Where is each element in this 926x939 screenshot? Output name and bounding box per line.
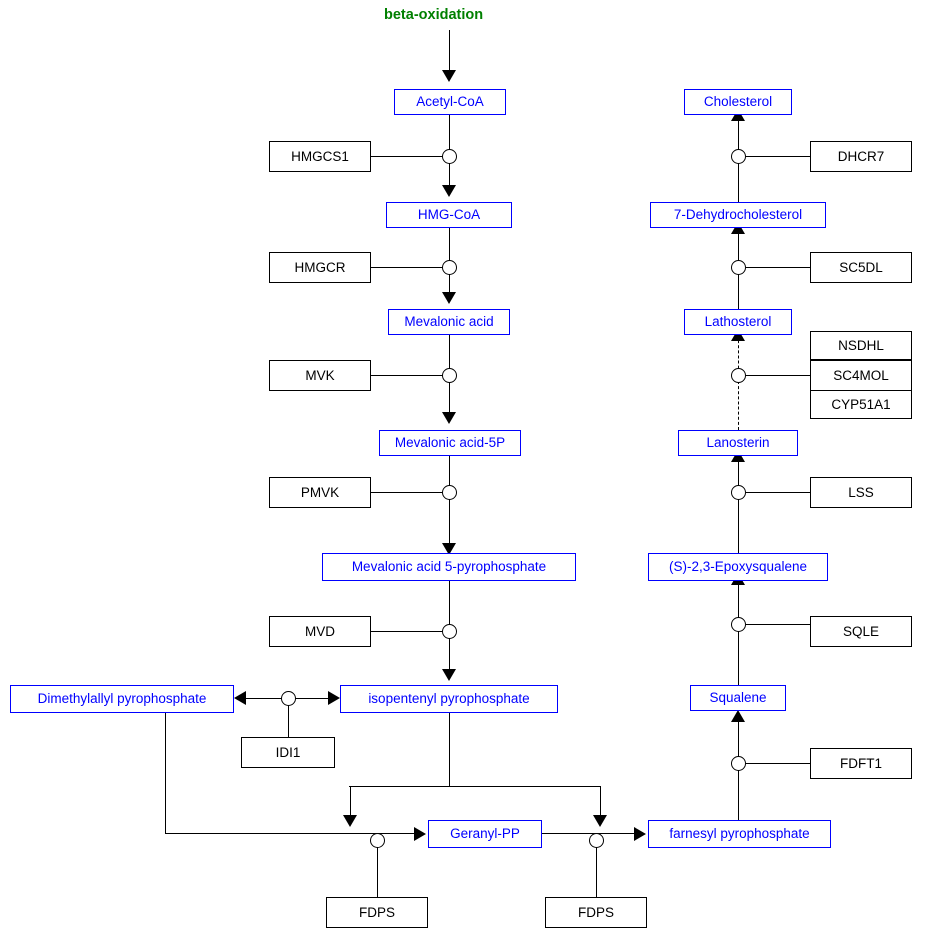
- enzyme-idi1[interactable]: IDI1: [241, 737, 335, 768]
- enzyme-sc5dl[interactable]: SC5DL: [810, 252, 912, 283]
- enzyme-fdps-left[interactable]: FDPS: [326, 897, 428, 928]
- edge-epoxysqualene-lanosterin: [738, 456, 739, 553]
- edge-sqle-node: [746, 624, 810, 625]
- catalysis-node-hmgcr: [442, 260, 457, 275]
- enzyme-dhcr7[interactable]: DHCR7: [810, 141, 912, 172]
- metabolite-mevalonic-acid[interactable]: Mevalonic acid: [388, 309, 510, 335]
- pathway-title: beta-oxidation: [384, 7, 484, 23]
- enzyme-mvk[interactable]: MVK: [269, 360, 371, 391]
- metabolite-geranyl-pp[interactable]: Geranyl-PP: [428, 820, 542, 848]
- catalysis-node-idi1: [281, 691, 296, 706]
- arrowhead-acetylcoa: [442, 70, 456, 82]
- enzyme-mvd[interactable]: MVD: [269, 616, 371, 647]
- catalysis-node-sc5dl: [731, 260, 746, 275]
- catalysis-node-hmgcs1: [442, 149, 457, 164]
- pathway-diagram: beta-oxidation Acetyl-CoA HMGCS1 HMG-CoA…: [0, 0, 926, 939]
- catalysis-node-mvk: [442, 368, 457, 383]
- enzyme-fdft1[interactable]: FDFT1: [810, 748, 912, 779]
- metabolite-cholesterol[interactable]: Cholesterol: [684, 89, 792, 115]
- edge-branch-left-drop: [350, 786, 351, 818]
- edge-mvk-node: [371, 375, 443, 376]
- metabolite-lanosterin[interactable]: Lanosterin: [678, 430, 798, 456]
- edge-branch-right-drop: [600, 786, 601, 818]
- edge-fdft1-node: [746, 763, 810, 764]
- arrowhead-geranyl-from-dmapp: [414, 827, 426, 841]
- arrowhead-hmgcoa: [442, 185, 456, 197]
- enzyme-pmvk[interactable]: PMVK: [269, 477, 371, 508]
- metabolite-squalene[interactable]: Squalene: [690, 685, 786, 711]
- edge-epoxysqualene-squalene: [738, 581, 739, 685]
- metabolite-hmg-coa[interactable]: HMG-CoA: [386, 202, 512, 228]
- arrowhead-mevalonic5p: [442, 412, 456, 424]
- edge-fdps-right-node: [596, 847, 597, 897]
- metabolite-mevalonic-acid-5p[interactable]: Mevalonic acid-5P: [379, 430, 521, 456]
- edge-dmapp-to-geranyl: [165, 833, 421, 834]
- enzyme-hmgcr[interactable]: HMGCR: [269, 252, 371, 283]
- edge-betaoxidation-acetylcoa: [449, 30, 450, 72]
- enzyme-sqle[interactable]: SQLE: [810, 616, 912, 647]
- metabolite-lathosterol[interactable]: Lathosterol: [684, 309, 792, 335]
- enzyme-nsdhl[interactable]: NSDHL: [810, 331, 912, 360]
- enzyme-hmgcs1[interactable]: HMGCS1: [269, 141, 371, 172]
- metabolite-isopentenyl-pyrophosphate[interactable]: isopentenyl pyrophosphate: [340, 685, 558, 713]
- edge-hmgcr-node: [371, 267, 443, 268]
- edge-lss-node: [746, 492, 810, 493]
- edge-sc5dl-node: [746, 267, 810, 268]
- arrowhead-mevalonic: [442, 292, 456, 304]
- edge-dmapp-drop: [165, 713, 166, 834]
- catalysis-node-sqle: [731, 617, 746, 632]
- catalysis-node-lss: [731, 485, 746, 500]
- enzyme-lss[interactable]: LSS: [810, 477, 912, 508]
- arrowhead-farnesyl: [634, 827, 646, 841]
- edge-hmgcs1-node: [371, 156, 443, 157]
- enzyme-fdps-right[interactable]: FDPS: [545, 897, 647, 928]
- edge-ipp-branch-bus: [349, 786, 601, 787]
- catalysis-node-mvd: [442, 624, 457, 639]
- arrowhead-squalene: [731, 710, 745, 722]
- arrowhead-ipp: [442, 669, 456, 681]
- catalysis-node-fdps-left: [370, 833, 385, 848]
- arrowhead-dmapp: [234, 691, 246, 705]
- edge-dhcr7-node: [746, 156, 810, 157]
- catalysis-node-pmvk: [442, 485, 457, 500]
- edge-farnesyl-squalene: [738, 722, 739, 822]
- arrowhead-farnesyl-input: [593, 815, 607, 827]
- metabolite-acetyl-coa[interactable]: Acetyl-CoA: [394, 89, 506, 115]
- catalysis-node-fdft1: [731, 756, 746, 771]
- edge-pmvk-node: [371, 492, 443, 493]
- enzyme-sc4mol[interactable]: SC4MOL: [810, 360, 912, 390]
- catalysis-node-dhcr7: [731, 149, 746, 164]
- metabolite-farnesyl-pyrophosphate[interactable]: farnesyl pyrophosphate: [648, 820, 831, 848]
- arrowhead-geranyl-input: [343, 815, 357, 827]
- catalysis-node-fdps-right: [589, 833, 604, 848]
- edge-sterol-enzymes-node: [746, 375, 810, 376]
- edge-idi1-node: [288, 705, 289, 738]
- metabolite-dimethylallyl-pyrophosphate[interactable]: Dimethylallyl pyrophosphate: [10, 685, 234, 713]
- metabolite-epoxysqualene[interactable]: (S)-2,3-Epoxysqualene: [648, 553, 828, 581]
- edge-mevalonic5p-mevalonic5pp: [449, 456, 450, 546]
- catalysis-node-sterol-demethylase: [731, 368, 746, 383]
- edge-mvd-node: [371, 631, 443, 632]
- edge-fdps-left-node: [377, 847, 378, 897]
- metabolite-7-dehydrocholesterol[interactable]: 7-Dehydrocholesterol: [650, 202, 826, 228]
- arrowhead-ipp-from-dmapp: [328, 691, 340, 705]
- enzyme-cyp51a1[interactable]: CYP51A1: [810, 390, 912, 419]
- metabolite-mevalonic-acid-5-pyrophosphate[interactable]: Mevalonic acid 5-pyrophosphate: [322, 553, 576, 581]
- edge-ipp-branch-stem: [449, 713, 450, 787]
